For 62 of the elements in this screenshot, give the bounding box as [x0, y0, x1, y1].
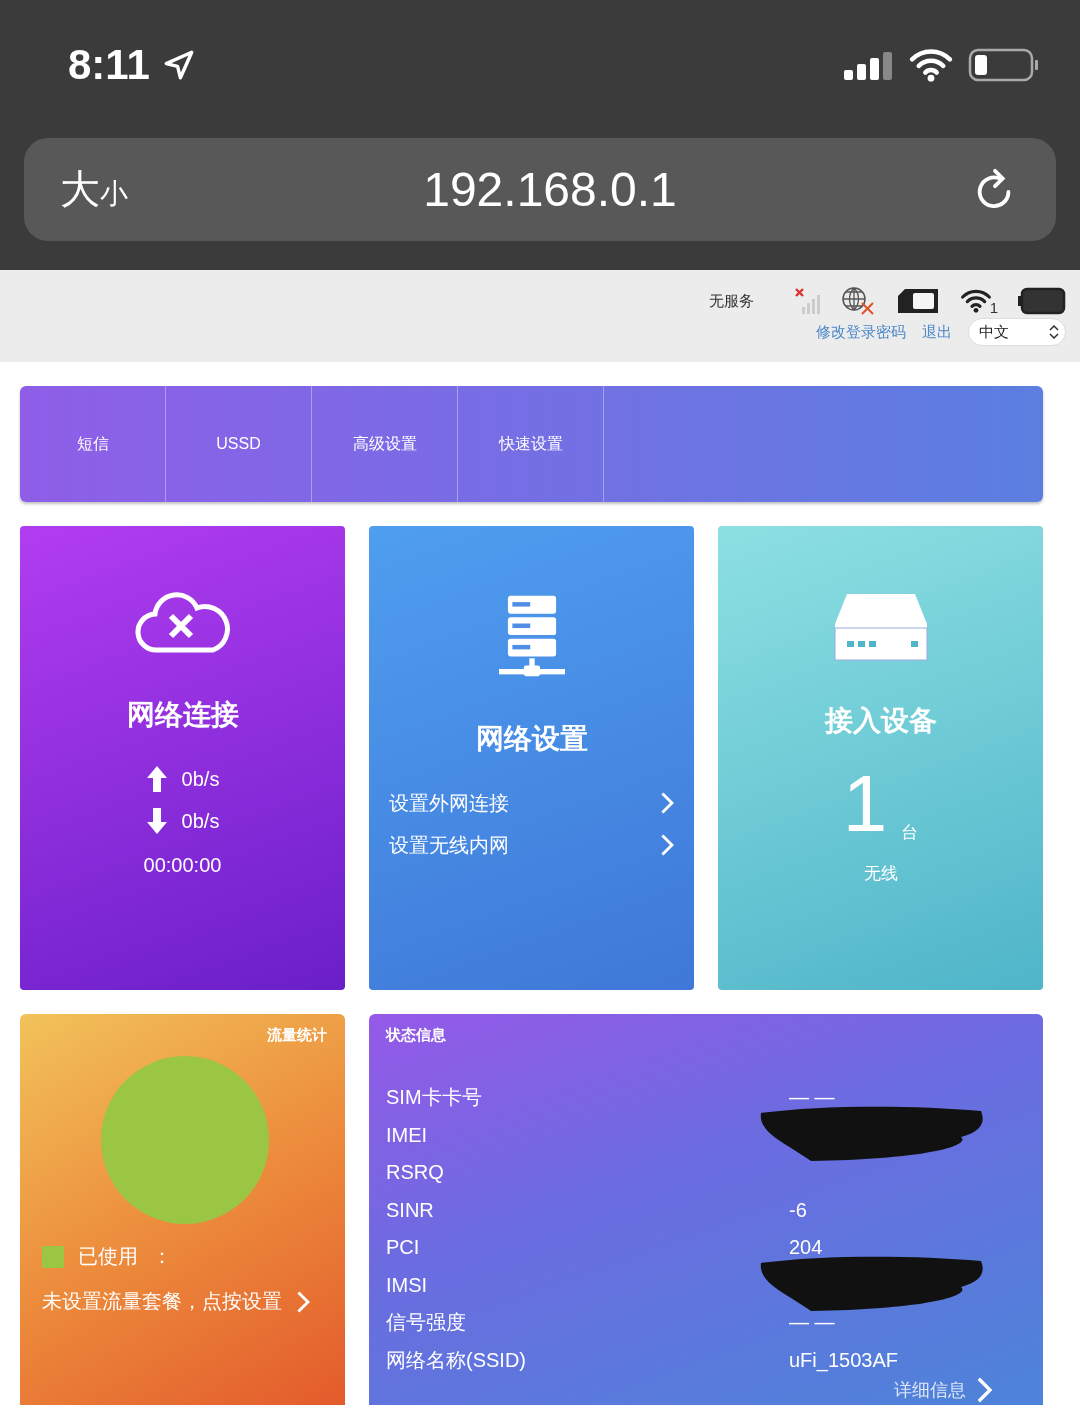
card-heading: 状态信息 — [386, 1026, 447, 1045]
dashboard-card[interactable]: 网络连接 0b/s 0b/s 00:00:00 — [20, 526, 345, 990]
plan-setup-link[interactable]: 未设置流量套餐，点按设置 — [42, 1288, 327, 1315]
no-signal-icon — [793, 287, 820, 315]
status-label: SIM卡卡号 — [386, 1085, 483, 1111]
device-count: 1 — [842, 764, 888, 844]
nav-tab[interactable]: 快速设置 — [458, 386, 604, 502]
text-size-button[interactable]: 大小 — [60, 162, 128, 217]
signal-icon — [844, 50, 894, 80]
legend-separator: ： — [152, 1244, 172, 1269]
device-type: 无线 — [863, 863, 898, 885]
language-select[interactable]: 中文 — [968, 318, 1066, 346]
status-value: 204 — [789, 1236, 824, 1260]
chevron-right-icon — [659, 833, 674, 857]
details-link[interactable]: 详细信息 — [894, 1376, 993, 1404]
nav-tab[interactable]: USSD — [166, 386, 312, 502]
wifi-client-count: 1 — [989, 299, 998, 316]
status-label: SINR — [386, 1198, 435, 1222]
globe-error-icon — [839, 286, 876, 316]
card-title: 网络设置 — [475, 722, 588, 756]
upload-arrow-icon — [145, 765, 168, 793]
chevron-right-icon — [296, 1289, 311, 1314]
chevron-right-icon — [659, 791, 674, 815]
wifi-icon — [959, 288, 992, 314]
download-arrow-icon — [145, 807, 168, 835]
card-title: 网络连接 — [126, 698, 239, 732]
header-link[interactable]: 退出 — [922, 322, 952, 342]
upload-speed: 0b/s — [181, 767, 220, 791]
download-speed: 0b/s — [181, 809, 220, 833]
status-value: uFi_1503AF — [789, 1348, 899, 1372]
count-unit: 台 — [901, 822, 919, 844]
settings-link[interactable]: 设置外网连接 — [389, 782, 674, 824]
nav-tab[interactable]: 短信 — [20, 386, 166, 502]
sort-arrows-icon — [1049, 325, 1059, 339]
status-label: PCI — [386, 1236, 421, 1260]
status-value: — — — [789, 1086, 836, 1110]
header-link[interactable]: 修改登录密码 — [816, 322, 906, 342]
cloud-error-icon — [134, 592, 231, 656]
status-label: IMEI — [386, 1123, 429, 1147]
status-label: RSRQ — [386, 1161, 445, 1185]
battery-icon — [1018, 287, 1066, 315]
address-text[interactable]: 192.168.0.1 — [128, 162, 972, 217]
dashboard-card[interactable]: 接入设备 1 台 无线 — [718, 526, 1043, 990]
connection-duration: 00:00:00 — [143, 854, 222, 877]
nav-tab[interactable]: 高级设置 — [312, 386, 458, 502]
service-status: 无服务 — [708, 291, 754, 311]
sim-card-icon — [895, 288, 940, 314]
status-label: 网络名称(SSID) — [386, 1347, 527, 1373]
wifi-icon — [908, 48, 954, 82]
legend-label: 已使用 — [78, 1244, 138, 1269]
card-heading: 流量统计 — [267, 1026, 327, 1045]
card-title: 接入设备 — [824, 704, 937, 738]
status-label: 信号强度 — [386, 1310, 467, 1336]
settings-link[interactable]: 设置无线内网 — [389, 824, 674, 866]
status-value: — — — [789, 1311, 836, 1335]
battery-icon — [968, 47, 1040, 83]
status-label: IMSI — [386, 1273, 429, 1297]
router-icon — [832, 592, 929, 662]
dashboard-card[interactable]: 网络设置 设置外网连接 设置无线内网 — [369, 526, 694, 990]
chevron-right-icon — [976, 1376, 993, 1404]
clock-time: 8:11 — [68, 41, 150, 89]
status-value: -6 — [789, 1198, 808, 1222]
